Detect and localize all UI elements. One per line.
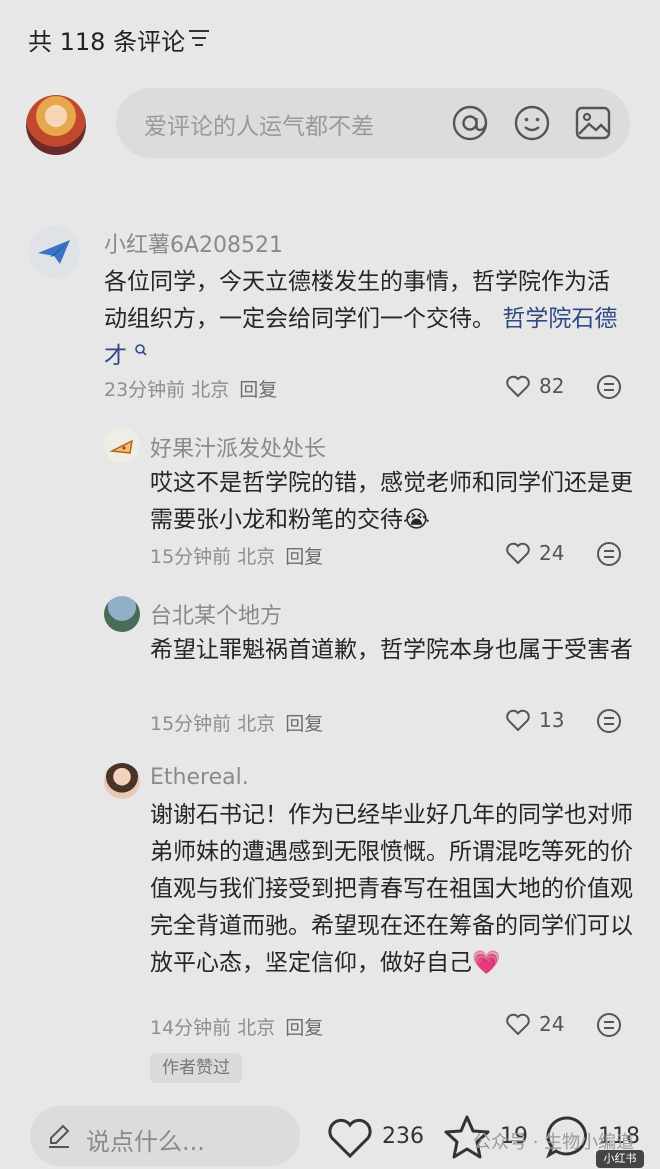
comment-text: 谢谢石书记！作为已经毕业好几年的同学也对师弟师妹的遭遇感到无限愤慨。所谓混吃等死… bbox=[150, 797, 635, 982]
bottom-input-placeholder[interactable]: 说点什么... bbox=[86, 1122, 205, 1157]
comment-author[interactable]: Ethereal. bbox=[150, 765, 249, 790]
image-icon[interactable] bbox=[574, 104, 612, 142]
more-icon[interactable] bbox=[596, 541, 622, 567]
heart-icon bbox=[506, 709, 530, 732]
avatar[interactable] bbox=[104, 763, 140, 799]
comment-time: 23分钟前 北京 bbox=[104, 379, 230, 401]
comment-text: 各位同学，今天立德楼发生的事情，哲学院作为活动组织方，一定会给同学们一个交待。 … bbox=[104, 264, 624, 375]
heart-emoji: 💗 bbox=[472, 950, 501, 976]
pizza-icon bbox=[109, 439, 133, 454]
comment-body: 哎这不是哲学院的错，感觉老师和同学们还是更需要张小龙和粉笔的交待 bbox=[150, 470, 633, 533]
author-liked-badge: 作者赞过 bbox=[150, 1053, 242, 1083]
comment-author[interactable]: 小红薯6A208521 bbox=[104, 227, 283, 259]
more-icon[interactable] bbox=[596, 1012, 622, 1038]
avatar[interactable] bbox=[28, 226, 80, 278]
at-icon[interactable] bbox=[451, 104, 489, 142]
like-button[interactable]: 13 bbox=[505, 708, 564, 732]
reply-button[interactable]: 回复 bbox=[285, 1017, 323, 1039]
comment-text: 哎这不是哲学院的错，感觉老师和同学们还是更需要张小龙和粉笔的交待😭 bbox=[150, 465, 635, 539]
like-total: 236 bbox=[382, 1124, 424, 1149]
avatar[interactable] bbox=[104, 427, 140, 463]
more-icon[interactable] bbox=[596, 708, 622, 734]
like-button[interactable]: 24 bbox=[505, 541, 564, 565]
comment-meta: 14分钟前 北京 回复 bbox=[150, 1013, 323, 1040]
comment-text: 希望让罪魁祸首道歉，哲学院本身也属于受害者 bbox=[150, 632, 635, 669]
heart-icon bbox=[506, 1013, 530, 1036]
like-count: 24 bbox=[539, 541, 565, 565]
comment-time: 15分钟前 北京 bbox=[150, 713, 276, 735]
more-icon[interactable] bbox=[596, 374, 622, 400]
reply-button[interactable]: 回复 bbox=[239, 379, 277, 401]
like-count: 13 bbox=[539, 708, 565, 732]
pencil-icon bbox=[49, 1124, 70, 1148]
crying-emoji: 😭 bbox=[403, 507, 430, 533]
search-icon bbox=[135, 344, 147, 356]
my-avatar[interactable] bbox=[26, 95, 86, 155]
emoji-icon[interactable] bbox=[513, 104, 551, 142]
reply-button[interactable]: 回复 bbox=[285, 713, 323, 735]
like-button[interactable]: 24 bbox=[505, 1012, 564, 1036]
heart-icon bbox=[506, 542, 530, 565]
heart-icon bbox=[506, 375, 530, 398]
like-count: 24 bbox=[539, 1012, 565, 1036]
comment-meta: 23分钟前 北京 回复 bbox=[104, 375, 277, 402]
comment-input-placeholder[interactable]: 爱评论的人运气都不差 bbox=[144, 107, 374, 141]
watermark-badge: 小红书 bbox=[596, 1150, 644, 1168]
avatar[interactable] bbox=[104, 596, 140, 632]
like-count: 82 bbox=[539, 374, 565, 398]
filter-icon[interactable] bbox=[188, 28, 210, 48]
reply-button[interactable]: 回复 bbox=[285, 546, 323, 568]
comment-body: 谢谢石书记！作为已经毕业好几年的同学也对师弟师妹的遭遇感到无限愤慨。所谓混吃等死… bbox=[150, 802, 633, 976]
comment-time: 14分钟前 北京 bbox=[150, 1017, 276, 1039]
comment-meta: 15分钟前 北京 回复 bbox=[150, 709, 323, 736]
comment-author[interactable]: 台北某个地方 bbox=[150, 598, 282, 630]
comment-body: 希望让罪魁祸首道歉，哲学院本身也属于受害者 bbox=[150, 637, 633, 663]
comment-meta: 15分钟前 北京 回复 bbox=[150, 542, 323, 569]
like-icon[interactable] bbox=[326, 1116, 374, 1160]
comment-count-title: 共 118 条评论 bbox=[28, 28, 186, 56]
like-button[interactable]: 82 bbox=[505, 374, 564, 398]
paper-plane-icon bbox=[38, 240, 70, 264]
comment-time: 15分钟前 北京 bbox=[150, 546, 276, 568]
comment-author[interactable]: 好果汁派发处处长 bbox=[150, 431, 326, 463]
